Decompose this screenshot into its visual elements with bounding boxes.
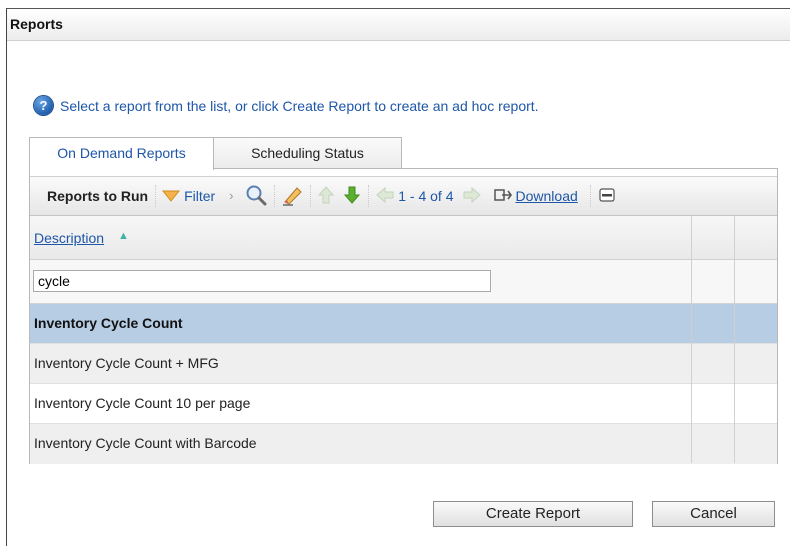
- row-description: Inventory Cycle Count: [34, 315, 183, 331]
- arrow-up-icon: [318, 185, 335, 203]
- description-filter-input[interactable]: [33, 270, 491, 292]
- arrow-right-icon: [463, 186, 481, 203]
- prev-page-button[interactable]: [375, 186, 395, 207]
- window-title: Reports: [10, 16, 63, 32]
- title-bar: Reports: [7, 8, 790, 41]
- toolbar-title: Reports to Run: [47, 188, 149, 204]
- clear-filter-button[interactable]: [281, 184, 303, 209]
- pager-text: 1 - 4 of 4: [398, 188, 454, 204]
- table-row[interactable]: Inventory Cycle Count + MFG: [30, 344, 777, 384]
- row-description: Inventory Cycle Count + MFG: [34, 355, 219, 371]
- sort-icon[interactable]: ▲: [118, 230, 129, 242]
- reports-grid: Reports to Run Filter › 1 - 4 of 4 Downl…: [29, 168, 778, 464]
- filter-icon: [162, 190, 181, 202]
- arrow-down-icon: [344, 186, 361, 204]
- search-icon: [246, 185, 267, 205]
- filter-button[interactable]: Filter: [162, 188, 215, 204]
- chevron-right-icon[interactable]: ›: [221, 186, 241, 206]
- download-icon[interactable]: [493, 187, 512, 206]
- toolbar-separator: [274, 185, 276, 207]
- tab-scheduling-status[interactable]: Scheduling Status: [213, 137, 402, 168]
- filter-row: [30, 260, 777, 304]
- toolbar-separator: [310, 185, 312, 207]
- toolbar-separator: [589, 185, 591, 207]
- row-description: Inventory Cycle Count with Barcode: [34, 435, 257, 451]
- tab-on-demand-reports[interactable]: On Demand Reports: [29, 137, 214, 170]
- next-page-button[interactable]: [462, 186, 482, 207]
- info-message: ? Select a report from the list, or clic…: [34, 96, 539, 115]
- column-header-row: Description ▲: [30, 216, 777, 260]
- search-button[interactable]: [245, 184, 267, 209]
- table-row[interactable]: Inventory Cycle Count 10 per page: [30, 384, 777, 424]
- help-icon: ?: [34, 96, 53, 115]
- table-row[interactable]: Inventory Cycle Count: [30, 304, 777, 344]
- eraser-icon: [283, 186, 302, 206]
- move-down-button[interactable]: [343, 185, 361, 208]
- toolbar-separator: [368, 185, 370, 207]
- move-up-button[interactable]: [317, 185, 335, 208]
- minus-icon: [599, 187, 615, 202]
- table-row[interactable]: Inventory Cycle Count with Barcode: [30, 424, 777, 464]
- filter-label: Filter: [184, 188, 216, 204]
- arrow-left-icon: [376, 186, 394, 203]
- collapse-button[interactable]: [599, 187, 615, 205]
- download-link[interactable]: Download: [516, 188, 578, 204]
- cancel-button[interactable]: Cancel: [652, 501, 775, 527]
- toolbar-separator: [155, 185, 157, 207]
- grid-toolbar: Reports to Run Filter › 1 - 4 of 4 Downl…: [30, 176, 777, 216]
- create-report-button[interactable]: Create Report: [433, 501, 633, 527]
- info-text: Select a report from the list, or click …: [60, 97, 539, 114]
- row-description: Inventory Cycle Count 10 per page: [34, 395, 251, 411]
- column-divider: [691, 216, 692, 463]
- description-column-header[interactable]: Description: [34, 230, 104, 246]
- window-border: [6, 8, 7, 546]
- column-divider: [734, 216, 735, 463]
